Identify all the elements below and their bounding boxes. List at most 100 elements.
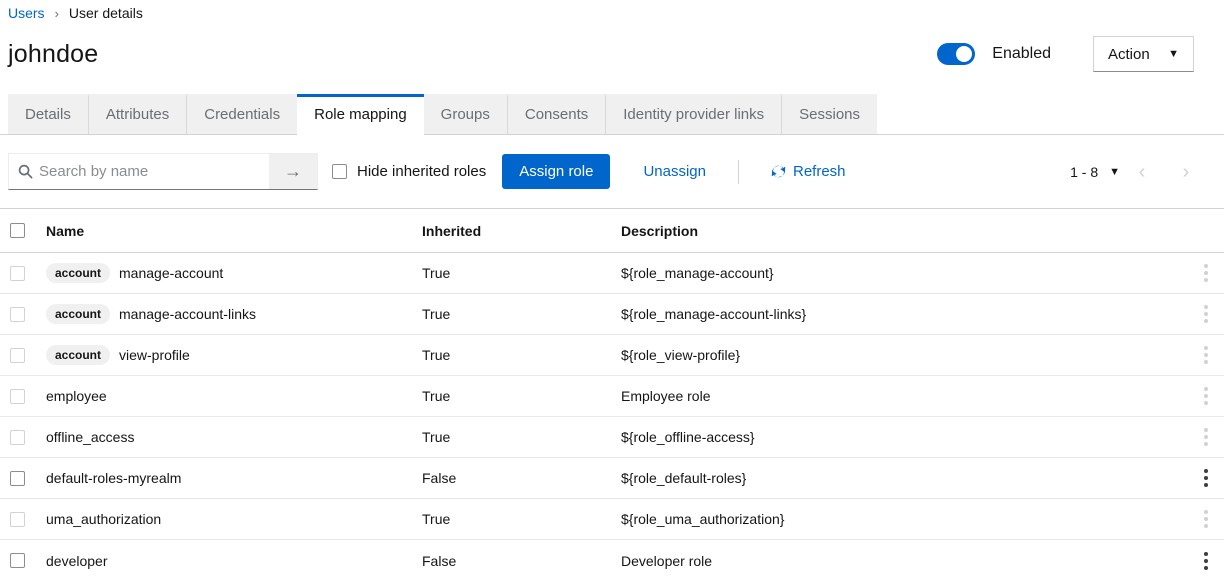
toolbar-divider [738, 160, 739, 184]
row-checkbox[interactable] [10, 471, 25, 486]
row-checkbox[interactable] [10, 430, 25, 445]
inherited-value: True [422, 429, 621, 445]
search-input[interactable] [33, 154, 269, 189]
kebab-menu-icon[interactable] [1201, 506, 1211, 532]
action-dropdown[interactable]: Action ▼ [1093, 36, 1194, 72]
kebab-menu-icon[interactable] [1201, 424, 1211, 450]
table-row: employee True Employee role [0, 376, 1224, 417]
table-row: uma_authorization True ${role_uma_author… [0, 499, 1224, 540]
client-badge: account [46, 304, 110, 324]
role-description: Developer role [621, 553, 1182, 569]
row-checkbox[interactable] [10, 389, 25, 404]
enabled-toggle-label: Enabled [992, 45, 1051, 63]
inherited-value: True [422, 347, 621, 363]
page-title: johndoe [8, 40, 98, 69]
tabs-bar: Details Attributes Credentials Role mapp… [0, 94, 1224, 135]
role-name: offline_access [46, 429, 134, 445]
role-description: ${role_offline-access} [621, 429, 1182, 445]
tab-sessions[interactable]: Sessions [781, 94, 877, 134]
table-row: offline_access True ${role_offline-acces… [0, 417, 1224, 458]
role-name: manage-account-links [119, 306, 256, 322]
angle-left-icon: ‹ [1139, 161, 1146, 183]
table-header-row: Name Inherited Description [0, 209, 1224, 253]
pagination-next-button[interactable]: › [1164, 162, 1208, 182]
table-row: account manage-account True ${role_manag… [0, 253, 1224, 294]
role-description: ${role_view-profile} [621, 347, 1182, 363]
toolbar: → Hide inherited roles Assign role Unass… [0, 135, 1224, 208]
pagination-prev-button[interactable]: ‹ [1120, 162, 1164, 182]
tab-credentials[interactable]: Credentials [186, 94, 297, 134]
role-description: ${role_uma_authorization} [621, 511, 1182, 527]
row-checkbox[interactable] [10, 307, 25, 322]
inherited-value: True [422, 511, 621, 527]
table-row: default-roles-myrealm False ${role_defau… [0, 458, 1224, 499]
breadcrumb-current: User details [69, 5, 143, 21]
tab-attributes[interactable]: Attributes [88, 94, 186, 134]
kebab-menu-icon[interactable] [1201, 465, 1211, 491]
pagination: 1 - 8 ▼ ‹ › [1070, 162, 1208, 182]
inherited-value: True [422, 388, 621, 404]
column-header-inherited: Inherited [422, 223, 621, 239]
inherited-value: True [422, 265, 621, 281]
role-name: default-roles-myrealm [46, 470, 181, 486]
table-row: account view-profile True ${role_view-pr… [0, 335, 1224, 376]
kebab-menu-icon[interactable] [1201, 383, 1211, 409]
kebab-menu-icon[interactable] [1201, 548, 1211, 574]
role-name: view-profile [119, 347, 190, 363]
client-badge: account [46, 345, 110, 365]
tab-role-mapping[interactable]: Role mapping [297, 94, 424, 135]
breadcrumb-link-users[interactable]: Users [8, 5, 45, 21]
inherited-value: False [422, 470, 621, 486]
role-name: developer [46, 553, 108, 569]
action-dropdown-label: Action [1108, 46, 1150, 63]
caret-down-icon: ▼ [1109, 166, 1120, 178]
caret-down-icon: ▼ [1168, 48, 1179, 60]
refresh-button[interactable]: Refresh [771, 163, 846, 180]
hide-inherited-label: Hide inherited roles [357, 163, 486, 180]
role-mapping-table: Name Inherited Description account manag… [0, 209, 1224, 581]
row-checkbox[interactable] [10, 348, 25, 363]
table-row: account manage-account-links True ${role… [0, 294, 1224, 335]
pagination-range-label: 1 - 8 [1070, 164, 1098, 180]
toggle-knob [956, 46, 972, 62]
kebab-menu-icon[interactable] [1201, 260, 1211, 286]
arrow-right-icon: → [284, 161, 302, 182]
select-all-checkbox[interactable] [10, 223, 25, 238]
search-group: → [8, 153, 318, 190]
page-header: johndoe Enabled Action ▼ [0, 21, 1224, 72]
breadcrumb: Users › User details [0, 0, 1224, 21]
inherited-value: True [422, 306, 621, 322]
role-description: ${role_manage-account} [621, 265, 1182, 281]
chevron-right-icon: › [55, 6, 59, 21]
hide-inherited-checkbox[interactable] [332, 164, 347, 179]
row-checkbox[interactable] [10, 553, 25, 568]
pagination-range-dropdown[interactable]: 1 - 8 ▼ [1070, 164, 1120, 180]
table-row: developer False Developer role [0, 540, 1224, 581]
assign-role-button[interactable]: Assign role [502, 154, 610, 189]
refresh-icon [771, 164, 786, 179]
kebab-menu-icon[interactable] [1201, 301, 1211, 327]
role-description: Employee role [621, 388, 1182, 404]
client-badge: account [46, 263, 110, 283]
role-description: ${role_manage-account-links} [621, 306, 1182, 322]
enabled-toggle[interactable] [937, 43, 975, 65]
tab-consents[interactable]: Consents [507, 94, 605, 134]
tab-groups[interactable]: Groups [424, 94, 507, 134]
column-header-description: Description [621, 223, 1182, 239]
role-description: ${role_default-roles} [621, 470, 1182, 486]
search-submit-button[interactable]: → [269, 154, 317, 189]
inherited-value: False [422, 553, 621, 569]
refresh-label: Refresh [793, 163, 846, 180]
angle-right-icon: › [1183, 161, 1190, 183]
row-checkbox[interactable] [10, 266, 25, 281]
role-name: uma_authorization [46, 511, 161, 527]
unassign-button[interactable]: Unassign [643, 163, 706, 180]
role-name: employee [46, 388, 107, 404]
role-name: manage-account [119, 265, 223, 281]
tab-identity-provider-links[interactable]: Identity provider links [605, 94, 781, 134]
kebab-menu-icon[interactable] [1201, 342, 1211, 368]
column-header-name: Name [46, 223, 422, 239]
tab-details[interactable]: Details [8, 94, 88, 134]
row-checkbox[interactable] [10, 512, 25, 527]
search-icon [18, 164, 33, 179]
